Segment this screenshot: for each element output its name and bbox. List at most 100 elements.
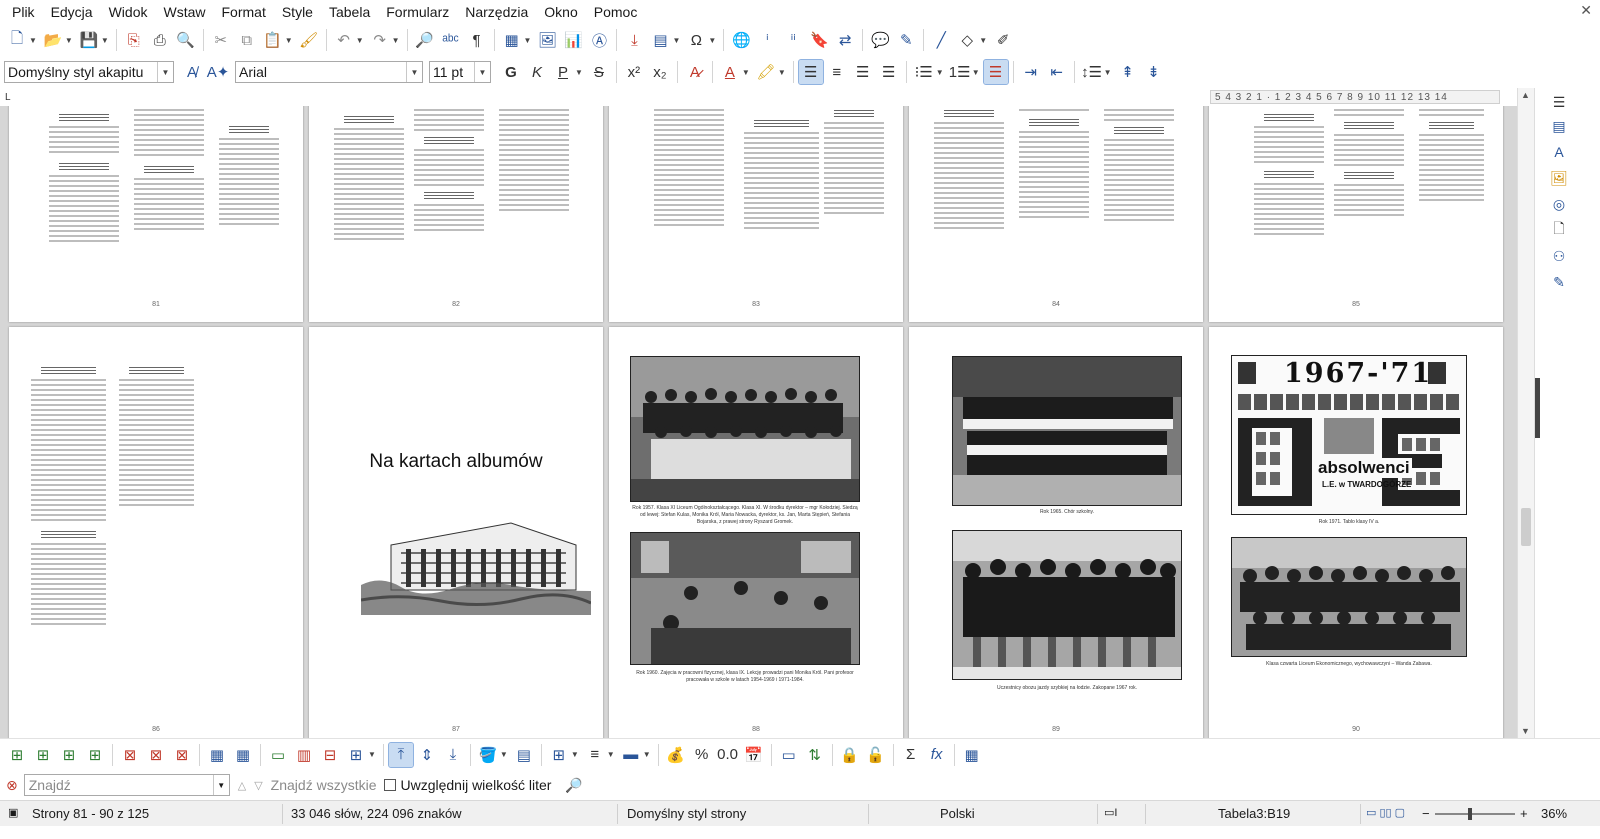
special-character-icon[interactable]: Ω <box>684 28 708 52</box>
cut-icon[interactable]: ✂ <box>209 28 233 52</box>
clear-formatting-icon[interactable]: A̷ <box>683 60 707 84</box>
no-list-icon[interactable]: ☰ <box>982 59 1009 85</box>
cross-reference-icon[interactable]: ⇄ <box>833 28 857 52</box>
split-cells-icon[interactable]: ▥ <box>292 743 316 767</box>
center-vertically-icon[interactable]: ⇕ <box>415 743 439 767</box>
bold-button[interactable]: G <box>499 60 523 84</box>
undo-icon[interactable]: ↶ <box>332 28 356 52</box>
chevron-down-icon[interactable]: ▼ <box>212 775 229 795</box>
align-bottom-icon[interactable]: ⤓ <box>441 743 465 767</box>
insert-columns-before-icon[interactable]: ⊞ <box>57 743 81 767</box>
shapes-icon[interactable]: ◇ <box>955 28 979 52</box>
font-name-select[interactable]: Arial ▼ <box>235 61 423 83</box>
insert-field-icon[interactable]: ▤ <box>648 28 672 52</box>
increase-paragraph-spacing-icon[interactable]: ⇞ <box>1116 60 1140 84</box>
insert-rows-below-icon[interactable]: ⊞ <box>31 743 55 767</box>
footnote-icon[interactable]: ⁱ <box>755 28 779 52</box>
draw-functions-icon[interactable]: ✐ <box>991 28 1015 52</box>
chevron-down-icon[interactable]: ▼ <box>368 750 376 759</box>
justify-icon[interactable]: ☰ <box>877 60 901 84</box>
chevron-down-icon[interactable]: ▼ <box>474 62 490 82</box>
menu-formularz[interactable]: Formularz <box>378 0 457 24</box>
chevron-down-icon[interactable]: ▼ <box>392 36 400 45</box>
insert-image-icon[interactable]: 🖼 <box>535 28 559 52</box>
number-format-date-icon[interactable]: 📅 <box>742 743 766 767</box>
insert-caption-icon[interactable]: ▭ <box>777 743 801 767</box>
insert-table-icon[interactable]: ▦ <box>500 28 524 52</box>
chevron-down-icon[interactable]: ▼ <box>979 36 987 45</box>
track-changes-icon[interactable]: ✎ <box>894 28 918 52</box>
align-left-icon[interactable]: ☰ <box>797 59 824 85</box>
scroll-up-icon[interactable]: ▲ <box>1521 90 1530 100</box>
insert-columns-after-icon[interactable]: ⊞ <box>83 743 107 767</box>
tab-stop-selector[interactable]: L <box>5 92 11 103</box>
sum-icon[interactable]: Σ <box>899 743 923 767</box>
find-replace-icon[interactable]: 🔎 <box>413 28 437 52</box>
insert-mode-icon[interactable]: ▭I <box>1104 806 1117 819</box>
zoom-out-icon[interactable]: − <box>1422 806 1430 821</box>
increase-indent-icon[interactable]: ⇥ <box>1019 60 1043 84</box>
find-replace-dialog-icon[interactable]: 🔎 <box>565 777 582 794</box>
chevron-down-icon[interactable]: ▼ <box>643 750 651 759</box>
menu-widok[interactable]: Widok <box>101 0 156 24</box>
menu-plik[interactable]: Plik <box>4 0 43 24</box>
menu-format[interactable]: Format <box>214 0 274 24</box>
number-format-currency-icon[interactable]: 💰 <box>664 743 688 767</box>
status-page-style[interactable]: Domyślny styl strony <box>627 806 746 821</box>
chevron-down-icon[interactable]: ▼ <box>778 68 786 77</box>
protect-cells-icon[interactable]: 🔒 <box>838 743 862 767</box>
highlight-color-icon[interactable]: 🖍 <box>754 60 778 84</box>
align-right-icon[interactable]: ☰ <box>851 60 875 84</box>
comment-icon[interactable]: 💬 <box>868 28 892 52</box>
zoom-slider[interactable] <box>1435 813 1515 815</box>
find-next-icon[interactable]: ▽ <box>254 779 262 792</box>
sort-icon[interactable]: ⇅ <box>803 743 827 767</box>
sidebar-grip[interactable] <box>1535 378 1540 438</box>
print-icon[interactable]: ⎙ <box>148 28 172 52</box>
insert-textbox-icon[interactable]: Ⓐ <box>587 28 611 52</box>
zoom-slider-knob[interactable] <box>1468 808 1472 820</box>
borders-icon[interactable]: ⊞ <box>547 743 571 767</box>
style-inspector-icon[interactable]: ⚇ <box>1549 246 1569 266</box>
paste-icon[interactable]: 📋 <box>261 28 285 52</box>
chevron-down-icon[interactable]: ▼ <box>742 68 750 77</box>
scrollbar-thumb[interactable] <box>1521 508 1531 546</box>
export-pdf-icon[interactable]: ⎘ <box>122 28 146 52</box>
delete-table-icon[interactable]: ⊠ <box>170 743 194 767</box>
page-icon[interactable]: 🗋 <box>1549 220 1569 240</box>
status-word-count[interactable]: 33 046 słów, 224 096 znaków <box>291 806 462 821</box>
menu-wstaw[interactable]: Wstaw <box>156 0 214 24</box>
match-case-checkbox[interactable] <box>384 779 397 791</box>
chevron-down-icon[interactable]: ▼ <box>356 36 364 45</box>
select-table-icon[interactable]: ▦ <box>231 743 255 767</box>
formula-icon[interactable]: fx <box>925 743 949 767</box>
delete-columns-icon[interactable]: ⊠ <box>144 743 168 767</box>
decrease-paragraph-spacing-icon[interactable]: ⇟ <box>1142 60 1166 84</box>
find-all-button[interactable]: Znajdź wszystkie <box>271 777 377 793</box>
insert-chart-icon[interactable]: 📊 <box>561 28 585 52</box>
select-cell-icon[interactable]: ▦ <box>205 743 229 767</box>
horizontal-ruler[interactable]: 5 4 3 2 1 · 1 2 3 4 5 6 7 8 9 10 11 12 1… <box>1210 90 1500 104</box>
chevron-down-icon[interactable]: ▼ <box>972 68 980 77</box>
manage-changes-icon[interactable]: ✎ <box>1549 272 1569 292</box>
sidebar-menu-icon[interactable]: ☰ <box>1549 92 1569 112</box>
line-icon[interactable]: ╱ <box>929 28 953 52</box>
split-table-icon[interactable]: ⊟ <box>318 743 342 767</box>
zoom-in-icon[interactable]: + <box>1520 806 1528 821</box>
delete-rows-icon[interactable]: ⊠ <box>118 743 142 767</box>
chevron-down-icon[interactable]: ▼ <box>285 36 293 45</box>
close-findbar-icon[interactable]: ⊗ <box>6 777 18 794</box>
menu-tabela[interactable]: Tabela <box>321 0 378 24</box>
font-color-icon[interactable]: A <box>718 60 742 84</box>
find-previous-icon[interactable]: △ <box>238 779 246 792</box>
document-area[interactable]: 81 82 83 84 85 86 Na kartach albumów 87 … <box>0 106 1517 738</box>
chevron-down-icon[interactable]: ▼ <box>607 750 615 759</box>
number-format-percent-icon[interactable]: % <box>690 743 714 767</box>
chevron-down-icon[interactable]: ▼ <box>500 750 508 759</box>
numbered-list-icon[interactable]: 1☰ <box>948 60 972 84</box>
merge-cells-icon[interactable]: ▭ <box>266 743 290 767</box>
gallery-icon[interactable]: 🖼 <box>1549 168 1569 188</box>
find-input[interactable]: Znajdź ▼ <box>23 774 230 796</box>
strikethrough-button[interactable]: S <box>587 60 611 84</box>
print-preview-icon[interactable]: 🔍 <box>174 28 198 52</box>
